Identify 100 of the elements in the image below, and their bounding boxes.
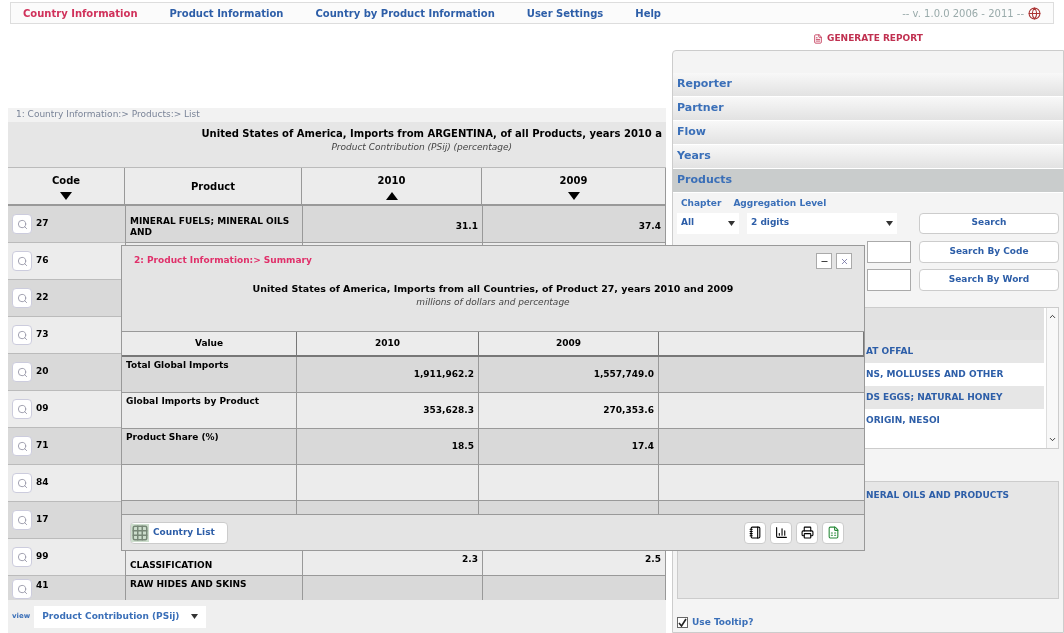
search-icon bbox=[16, 366, 28, 378]
code-text: 71 bbox=[36, 439, 49, 453]
close-icon bbox=[839, 256, 849, 266]
sort-up-icon[interactable] bbox=[385, 191, 398, 200]
code-text: 09 bbox=[36, 402, 49, 416]
search-icon bbox=[16, 255, 28, 267]
window-title: 2: Product Information:> Summary bbox=[134, 254, 312, 268]
label-cell: Product Share (%) bbox=[122, 429, 297, 465]
value-cell: 1,911,962.2 bbox=[297, 357, 479, 393]
chapter-select[interactable]: All bbox=[677, 212, 739, 234]
nav-tab[interactable]: Country by Product Information bbox=[315, 5, 495, 21]
country-list-button[interactable]: Country List bbox=[130, 521, 228, 544]
value-cell: 353,628.3 bbox=[297, 393, 479, 429]
search-input[interactable] bbox=[867, 269, 911, 291]
view-button[interactable] bbox=[12, 251, 32, 271]
view-button[interactable] bbox=[12, 473, 32, 493]
scroll-down-icon[interactable] bbox=[1048, 435, 1057, 444]
code-text: 22 bbox=[36, 291, 49, 305]
section-header[interactable]: Flow bbox=[673, 121, 1063, 145]
view-button[interactable] bbox=[12, 547, 32, 567]
selected-item[interactable]: NERAL OILS AND PRODUCTS bbox=[866, 489, 1010, 503]
nav-tab[interactable]: Product Information bbox=[169, 5, 284, 21]
value-cell: 18.5 bbox=[297, 429, 479, 465]
scroll-bar[interactable] bbox=[1046, 308, 1058, 448]
column-header: 2010 bbox=[297, 332, 479, 357]
search-mode-button[interactable]: Search By Word bbox=[919, 269, 1059, 291]
search-icon bbox=[16, 551, 28, 563]
aggregation-label: Aggregation Level bbox=[733, 197, 827, 210]
caret-icon bbox=[886, 220, 893, 226]
code-text: 99 bbox=[36, 550, 49, 564]
view-button[interactable] bbox=[12, 436, 32, 456]
view-button[interactable] bbox=[12, 325, 32, 345]
nav-tab[interactable]: User Settings bbox=[526, 5, 604, 21]
notebook-icon bbox=[748, 526, 762, 539]
code-text: 17 bbox=[36, 513, 49, 527]
tooltip-checkbox[interactable] bbox=[677, 616, 688, 628]
spreadsheet-button[interactable] bbox=[822, 521, 844, 544]
view-button[interactable] bbox=[12, 579, 32, 599]
chapter-label: Chapter bbox=[681, 197, 722, 210]
value-cell: 270,353.6 bbox=[479, 393, 659, 429]
view-button[interactable] bbox=[12, 399, 32, 419]
view-button[interactable] bbox=[12, 362, 32, 382]
search-icon bbox=[16, 403, 28, 415]
code-text: 84 bbox=[36, 476, 49, 490]
search-icon bbox=[16, 514, 28, 526]
code-text: 76 bbox=[36, 254, 49, 268]
section-header[interactable]: Reporter bbox=[673, 73, 1063, 97]
bar-chart-icon bbox=[774, 526, 788, 539]
result-item[interactable]: AT OFFAL bbox=[866, 344, 914, 359]
nav-tab[interactable]: Country Information bbox=[23, 5, 138, 21]
section-header[interactable]: Partner bbox=[673, 97, 1063, 121]
globe-icon bbox=[1028, 6, 1041, 20]
label-cell: Total Global Imports bbox=[122, 357, 297, 393]
label-cell: Global Imports by Product bbox=[122, 393, 297, 429]
column-header[interactable]: Product bbox=[125, 168, 302, 206]
search-button[interactable]: Search bbox=[919, 212, 1059, 234]
minimize-button[interactable] bbox=[816, 253, 832, 269]
code-text: 73 bbox=[36, 328, 49, 342]
search-icon bbox=[16, 477, 28, 489]
printer-icon bbox=[800, 526, 814, 539]
close-button[interactable] bbox=[836, 253, 852, 269]
result-item[interactable]: ORIGIN, NESOI bbox=[866, 413, 940, 428]
view-button[interactable] bbox=[12, 510, 32, 530]
spreadsheet-icon bbox=[826, 526, 840, 539]
section-header[interactable]: Products bbox=[673, 169, 1063, 193]
caret-icon bbox=[728, 220, 735, 226]
list-subtitle: Product Contribution (PSij) (percentage) bbox=[331, 141, 512, 154]
column-header[interactable]: 2009 bbox=[482, 168, 666, 206]
value-cell: 31.1 bbox=[302, 206, 482, 243]
search-icon bbox=[16, 292, 28, 304]
summary-subtitle: millions of dollars and percentage bbox=[416, 296, 570, 310]
scroll-up-icon[interactable] bbox=[1048, 312, 1057, 321]
column-header: 2009 bbox=[479, 332, 659, 357]
value-cell: 17.4 bbox=[479, 429, 659, 465]
sort-down-icon[interactable] bbox=[60, 191, 72, 200]
print-button[interactable] bbox=[796, 521, 818, 544]
value-cell: 1,557,749.0 bbox=[479, 357, 659, 393]
nav-tab[interactable]: Help bbox=[635, 5, 661, 21]
column-header[interactable]: 2010 bbox=[302, 168, 482, 206]
grid-icon bbox=[131, 523, 149, 542]
search-mode-button[interactable]: Search By Code bbox=[919, 241, 1059, 263]
section-header[interactable]: Years bbox=[673, 145, 1063, 169]
column-header[interactable]: Code bbox=[8, 168, 125, 206]
result-item[interactable]: NS, MOLLUSES AND OTHER bbox=[866, 367, 1004, 382]
breadcrumb: 1: Country Information:> Products:> List bbox=[8, 108, 666, 122]
product-cell: MINERAL FUELS; MINERAL OILS AND bbox=[125, 206, 302, 243]
search-icon bbox=[16, 218, 28, 230]
list-title: United States of America, Imports from ARGENTINA, of all Products, years 2010 a bbox=[201, 127, 662, 141]
search-icon bbox=[16, 440, 28, 452]
sort-down-icon[interactable] bbox=[567, 191, 580, 200]
view-select[interactable]: Product Contribution (PSij) bbox=[34, 605, 207, 628]
code-text: 27 bbox=[36, 217, 49, 231]
chart-button[interactable] bbox=[770, 521, 792, 544]
view-button[interactable] bbox=[12, 288, 32, 308]
aggregation-select[interactable]: 2 digits bbox=[747, 212, 897, 234]
search-icon bbox=[16, 583, 28, 595]
view-button[interactable] bbox=[12, 214, 32, 234]
code-text: 41 bbox=[36, 579, 49, 592]
notebook-button[interactable] bbox=[744, 521, 766, 544]
search-input[interactable] bbox=[867, 241, 911, 263]
